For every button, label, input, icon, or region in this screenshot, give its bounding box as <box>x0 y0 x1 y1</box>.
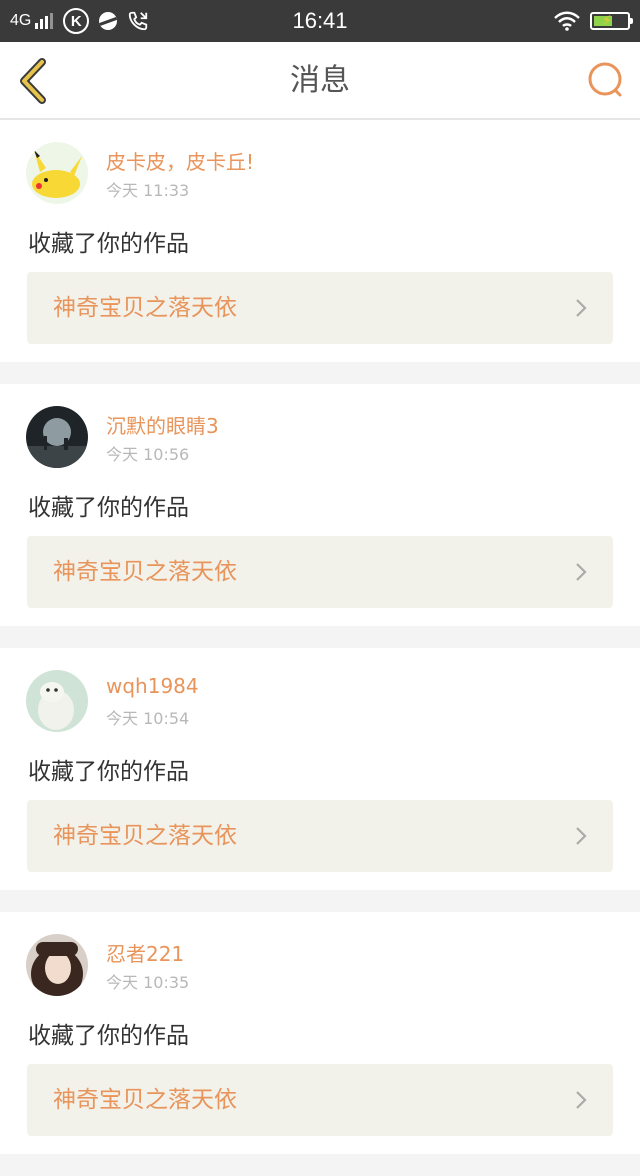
network-type: 4G <box>10 12 32 29</box>
ferret-avatar[interactable] <box>26 670 88 732</box>
work-link[interactable]: 神奇宝贝之落天依 <box>27 1064 613 1136</box>
chevron-right-icon <box>576 827 587 845</box>
message-time: 今天 11:33 <box>106 181 190 200</box>
work-link[interactable]: 神奇宝贝之落天依 <box>27 536 613 608</box>
chevron-right-icon <box>576 563 587 581</box>
message-card: 皮卡皮，皮卡丘! 今天 11:33 收藏了你的作品 神奇宝贝之落天依 <box>0 120 640 362</box>
chevron-right-icon <box>576 1091 587 1109</box>
back-arrow-icon[interactable] <box>14 56 54 106</box>
network-indicator: 4G <box>10 12 54 30</box>
page-title: 消息 <box>290 63 350 98</box>
user-name[interactable]: 皮卡皮，皮卡丘! <box>106 146 254 175</box>
chevron-right-icon <box>576 299 587 317</box>
message-time: 今天 10:35 <box>106 973 190 992</box>
action-text: 收藏了你的作品 <box>28 1023 189 1049</box>
pikachu-avatar[interactable] <box>26 142 88 204</box>
work-title: 神奇宝贝之落天依 <box>53 295 237 321</box>
action-text: 收藏了你的作品 <box>28 495 189 521</box>
nav-bar: 消息 <box>0 42 640 120</box>
night-scene-avatar[interactable] <box>26 406 88 468</box>
status-left: 4G K <box>10 0 149 42</box>
search-icon[interactable] <box>586 60 626 100</box>
message-time: 今天 10:54 <box>106 709 190 728</box>
status-bar: 4G K 16:41 ⚡ <box>0 0 640 42</box>
work-link[interactable]: 神奇宝贝之落天依 <box>27 272 613 344</box>
signal-icon <box>35 13 54 29</box>
message-card: 沉默的眼睛3 今天 10:56 收藏了你的作品 神奇宝贝之落天依 <box>0 384 640 626</box>
status-right: ⚡ <box>554 0 633 42</box>
battery-icon: ⚡ <box>590 12 633 30</box>
work-link[interactable]: 神奇宝贝之落天依 <box>27 800 613 872</box>
message-time: 今天 10:56 <box>106 445 190 464</box>
k-app-icon: K <box>63 8 90 34</box>
user-name[interactable]: 忍者221 <box>106 938 184 967</box>
action-text: 收藏了你的作品 <box>28 759 189 785</box>
message-card: 忍者221 今天 10:35 收藏了你的作品 神奇宝贝之落天依 <box>0 912 640 1154</box>
action-text: 收藏了你的作品 <box>28 231 189 257</box>
work-title: 神奇宝贝之落天依 <box>53 1087 237 1113</box>
work-title: 神奇宝贝之落天依 <box>53 823 237 849</box>
wifi-icon <box>554 11 580 31</box>
ball-app-icon <box>99 12 118 30</box>
phone-missed-call-icon <box>129 11 148 31</box>
message-card: wqh1984 今天 10:54 收藏了你的作品 神奇宝贝之落天依 <box>0 648 640 890</box>
message-list: 皮卡皮，皮卡丘! 今天 11:33 收藏了你的作品 神奇宝贝之落天依 沉默的眼睛… <box>0 120 640 1176</box>
user-name[interactable]: 沉默的眼睛3 <box>106 410 219 439</box>
girl-portrait-avatar[interactable] <box>26 934 88 996</box>
user-name[interactable]: wqh1984 <box>106 674 199 698</box>
work-title: 神奇宝贝之落天依 <box>53 559 237 585</box>
